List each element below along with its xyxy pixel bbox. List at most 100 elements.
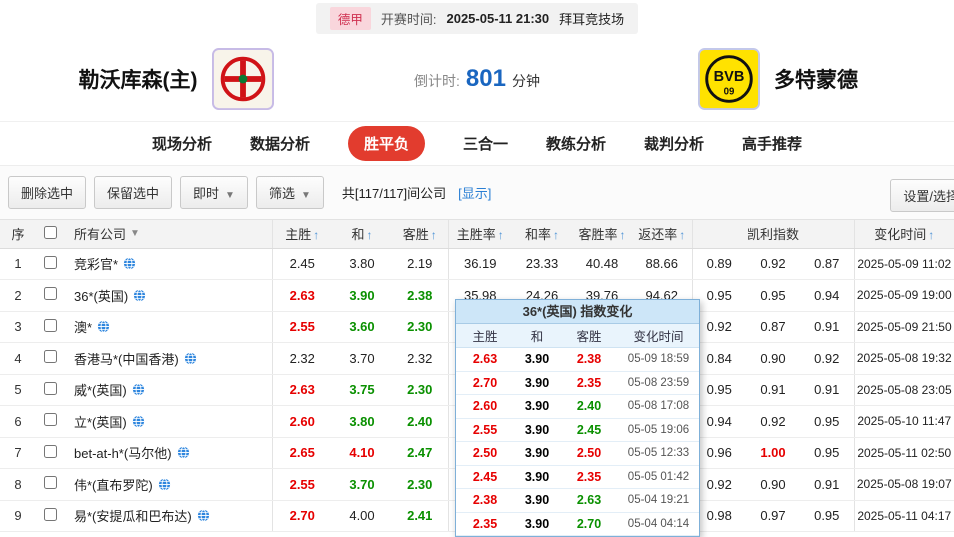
popup-title: 36*(英国) 指数变化	[456, 300, 699, 324]
popup-home-odds: 2.63	[472, 352, 498, 367]
borussia-dortmund-logo: BVB 09	[698, 47, 760, 110]
away-odds[interactable]: 2.32	[392, 342, 448, 375]
keep-selected-button[interactable]: 保留选中	[94, 176, 173, 209]
col-return-rate[interactable]: 返还率 ↑	[632, 220, 692, 249]
company-cell[interactable]: 伟*(直布罗陀)	[64, 468, 272, 501]
delete-selected-button[interactable]: 删除选中	[8, 176, 87, 209]
col-away-odds[interactable]: 客胜 ↑	[392, 220, 448, 249]
globe-icon	[197, 509, 209, 522]
home-odds[interactable]: 2.55	[271, 311, 332, 343]
away-odds[interactable]: 2.41	[392, 500, 448, 532]
row-checkbox[interactable]	[43, 287, 57, 301]
draw-odds[interactable]: 3.80	[332, 405, 392, 438]
col-company[interactable]: 所有公司 ▼	[64, 220, 272, 249]
company-cell[interactable]: 威*(英国)	[64, 374, 272, 406]
company-cell[interactable]: 澳*	[64, 311, 272, 343]
row-checkbox[interactable]	[43, 444, 57, 458]
draw-odds[interactable]: 3.70	[332, 468, 392, 501]
home-odds[interactable]: 2.63	[271, 279, 332, 312]
away-odds[interactable]: 2.30	[392, 311, 448, 343]
change-time: 2025-05-09 21:50	[853, 311, 954, 343]
home-odds[interactable]: 2.32	[271, 342, 332, 375]
col-draw-rate[interactable]: 和率 ↑	[512, 220, 572, 249]
tab-coach-analysis[interactable]: 教练分析	[546, 133, 606, 154]
draw-odds[interactable]: 3.90	[332, 279, 392, 312]
row-select-cell	[36, 437, 64, 469]
kelly-draw: 0.90	[746, 342, 800, 375]
away-odds[interactable]: 2.40	[392, 405, 448, 438]
filter-dropdown-icon[interactable]: ▼	[130, 228, 140, 239]
sort-up-icon: ↑	[313, 228, 320, 243]
popup-draw-odds: 3.90	[524, 352, 550, 367]
row-checkbox[interactable]	[43, 507, 57, 521]
popup-away-odds: 2.38	[576, 352, 602, 367]
popup-row: 2.70 3.90 2.35 05-08 23:59	[456, 372, 699, 395]
globe-icon	[132, 415, 144, 428]
away-odds[interactable]: 2.30	[392, 468, 448, 501]
draw-odds[interactable]: 4.00	[332, 500, 392, 532]
globe-icon	[177, 446, 189, 459]
home-odds[interactable]: 2.45	[271, 248, 332, 280]
draw-odds[interactable]: 3.80	[332, 248, 392, 280]
globe-icon	[132, 383, 144, 396]
company-count-text: 共[117/117]间公司	[341, 186, 447, 201]
company-cell[interactable]: bet-at-h*(马尔他)	[64, 437, 272, 469]
home-win-rate: 36.19	[447, 248, 512, 280]
tab-three-in-one[interactable]: 三合一	[463, 133, 508, 154]
col-draw-odds[interactable]: 和 ↑	[332, 220, 392, 249]
change-time: 2025-05-11 04:17	[853, 500, 954, 532]
return-rate: 88.66	[632, 248, 692, 280]
company-cell[interactable]: 易*(安提瓜和巴布达)	[64, 500, 272, 532]
home-odds[interactable]: 2.55	[271, 468, 332, 501]
popup-change-time: 05-04 19:21	[627, 494, 690, 507]
show-link[interactable]: [显示]	[458, 183, 491, 202]
company-cell[interactable]: 36*(英国)	[64, 279, 272, 312]
filter-dropdown[interactable]: 筛选 ▼	[255, 176, 324, 209]
row-index: 7	[0, 437, 36, 469]
draw-odds[interactable]: 3.70	[332, 342, 392, 375]
away-odds[interactable]: 2.38	[392, 279, 448, 312]
draw-odds[interactable]: 3.60	[332, 311, 392, 343]
sort-up-icon: ↑	[553, 228, 559, 243]
select-all-checkbox[interactable]	[43, 225, 57, 239]
tab-live-analysis[interactable]: 现场分析	[152, 133, 212, 154]
countdown: 倒计时: 801 分钟	[352, 65, 602, 93]
home-odds[interactable]: 2.60	[271, 405, 332, 438]
home-odds[interactable]: 2.70	[271, 500, 332, 532]
away-odds[interactable]: 2.47	[392, 437, 448, 469]
instant-dropdown[interactable]: 即时 ▼	[180, 176, 248, 209]
tab-referee-analysis[interactable]: 裁判分析	[644, 133, 704, 154]
draw-odds[interactable]: 4.10	[332, 437, 392, 469]
kelly-draw: 0.87	[746, 311, 800, 343]
row-checkbox[interactable]	[43, 381, 57, 395]
kelly-draw: 0.95	[746, 279, 800, 312]
kickoff-label: 开赛时间:	[380, 11, 437, 27]
company-cell[interactable]: 立*(英国)	[64, 405, 272, 438]
tab-expert-recommend[interactable]: 高手推荐	[742, 133, 802, 154]
row-checkbox[interactable]	[43, 476, 57, 490]
tab-win-draw-lose[interactable]: 胜平负	[347, 126, 425, 161]
row-checkbox[interactable]	[43, 318, 57, 332]
row-select-cell	[36, 342, 64, 375]
col-home-odds[interactable]: 主胜 ↑	[271, 220, 332, 249]
home-odds[interactable]: 2.65	[271, 437, 332, 469]
draw-odds[interactable]: 3.75	[332, 374, 392, 406]
company-cell[interactable]: 竞彩官*	[64, 248, 272, 280]
company-cell[interactable]: 香港马*(中国香港)	[64, 342, 272, 375]
tab-data-analysis[interactable]: 数据分析	[250, 133, 310, 154]
away-win-rate: 40.48	[572, 248, 632, 280]
row-checkbox[interactable]	[43, 255, 57, 269]
row-checkbox[interactable]	[43, 350, 57, 364]
col-change-time[interactable]: 变化时间 ↑	[853, 220, 954, 249]
settings-select-button[interactable]: 设置/选择	[890, 179, 954, 212]
home-odds[interactable]: 2.63	[271, 374, 332, 406]
row-index: 9	[0, 500, 36, 532]
away-odds[interactable]: 2.19	[392, 248, 448, 280]
away-odds[interactable]: 2.30	[392, 374, 448, 406]
popup-row: 2.38 3.90 2.63 05-04 19:21	[456, 489, 699, 513]
col-home-rate[interactable]: 主胜率 ↑	[447, 220, 512, 249]
popup-col-time: 变化时间	[633, 330, 684, 344]
col-away-rate[interactable]: 客胜率 ↑	[572, 220, 632, 249]
row-checkbox[interactable]	[43, 413, 57, 427]
popup-row: 2.63 3.90 2.38 05-09 18:59	[456, 348, 699, 372]
